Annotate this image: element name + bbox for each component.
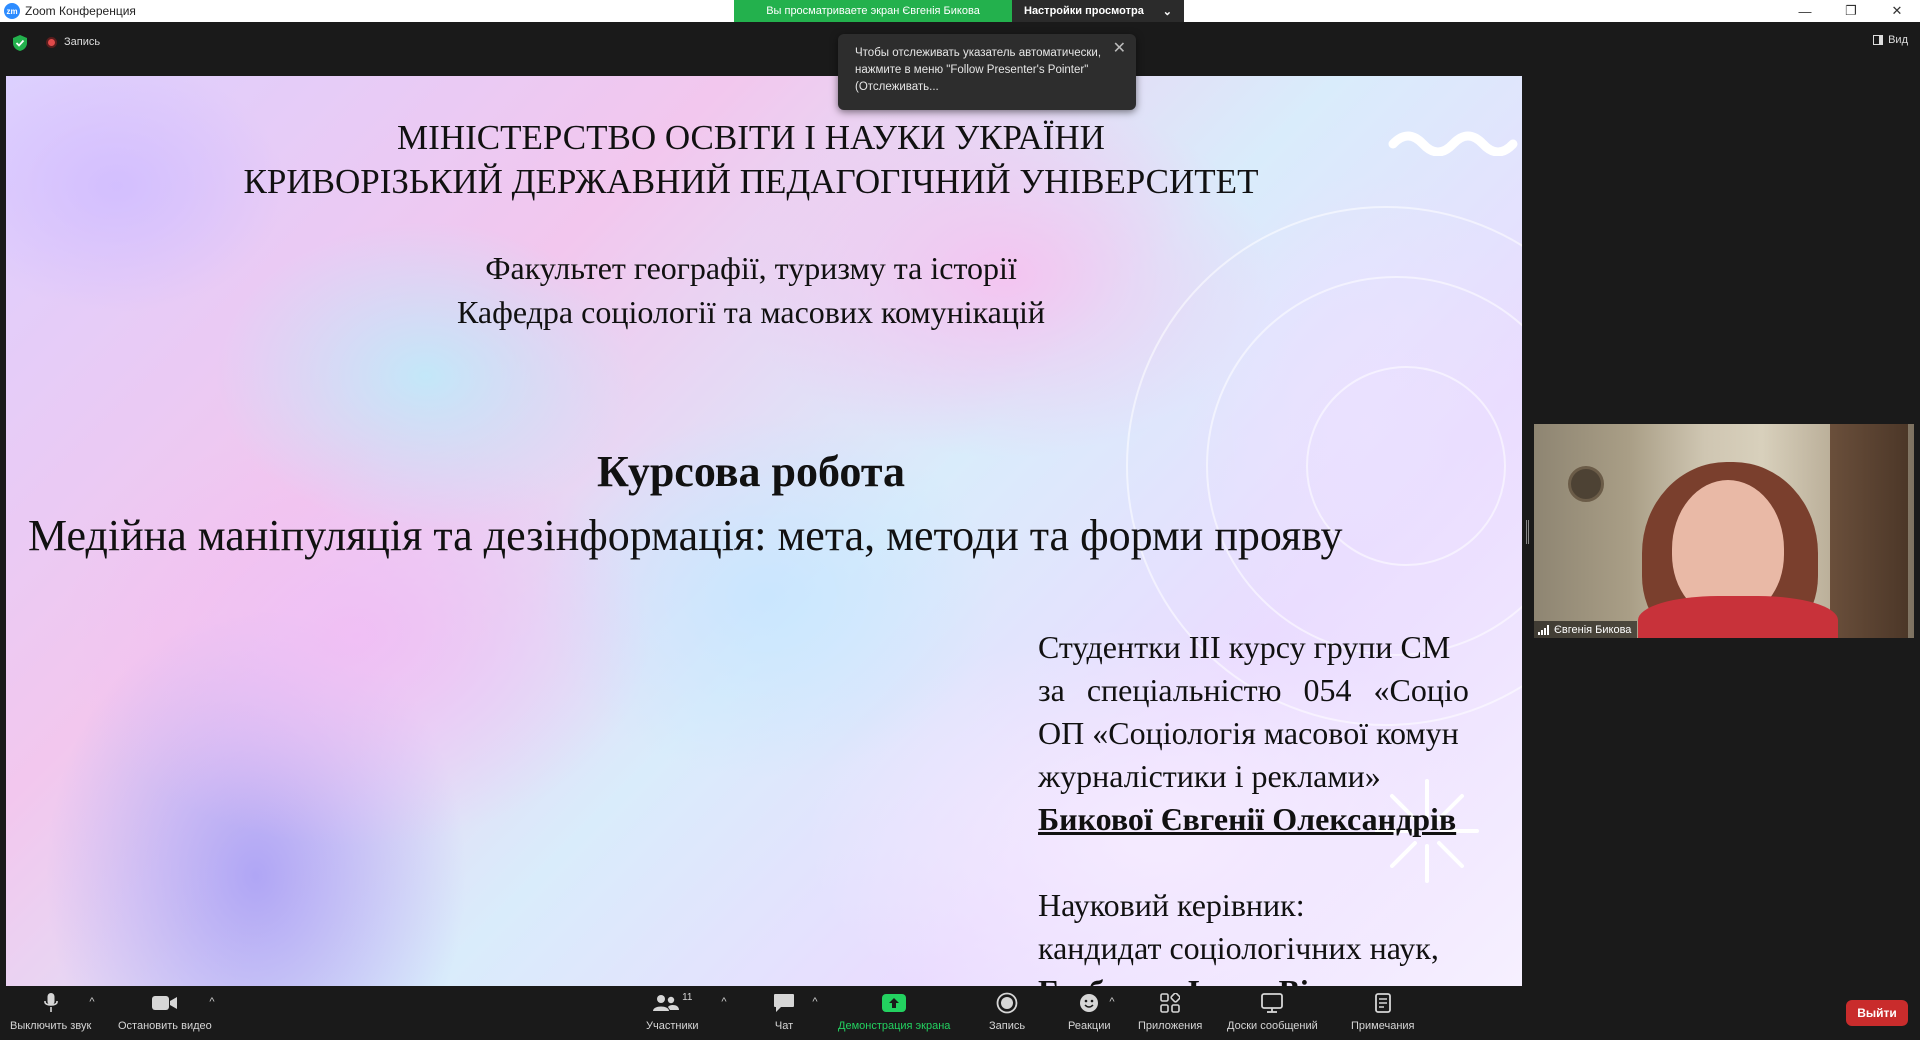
window-title: Zoom Конференция <box>25 4 136 18</box>
share-screen-icon <box>882 992 907 1014</box>
participants-button[interactable]: 11 Участники <box>646 992 699 1032</box>
faculty-text: Факультет географії, туризму та історії <box>485 250 1017 286</box>
notes-button[interactable]: Примечания <box>1351 992 1415 1032</box>
chevron-down-icon: ⌄ <box>1162 5 1172 18</box>
supervisor-name: Гребенюк Ірина Вікто <box>1038 970 1359 986</box>
whiteboards-button[interactable]: Доски сообщений <box>1227 992 1318 1032</box>
view-options-button[interactable]: Настройки просмотра ⌄ <box>1012 0 1184 22</box>
participant-name: Євгенія Бикова <box>1554 623 1632 636</box>
apps-label: Приложения <box>1138 1020 1203 1032</box>
participants-label: Участники <box>646 1020 699 1032</box>
share-banner: Вы просматриваете экран Євгенія Бикова Н… <box>734 0 1184 22</box>
record-dot-icon <box>46 36 57 48</box>
window-controls: — ❐ ✕ <box>1782 0 1920 22</box>
minimize-button[interactable]: — <box>1782 0 1828 22</box>
apps-button[interactable]: Приложения <box>1138 992 1202 1032</box>
toast-message: Чтобы отслеживать указатель автоматическ… <box>855 47 1102 93</box>
close-window-button[interactable]: ✕ <box>1874 0 1920 22</box>
record-icon <box>996 992 1018 1014</box>
student-line: ОП «Соціологія масової комун <box>1038 715 1459 751</box>
chat-label: Чат <box>774 1020 794 1032</box>
shared-screen-slide: МІНІСТЕРСТВО ОСВІТИ І НАУКИ УКРАЇНИ КРИВ… <box>6 76 1522 986</box>
reactions-label: Реакции <box>1068 1020 1111 1032</box>
participant-video-tile[interactable]: Євгенія Бикова <box>1534 424 1914 638</box>
participant-name-tag: Євгенія Бикова <box>1534 621 1638 638</box>
ministry-heading: МІНІСТЕРСТВО ОСВІТИ І НАУКИ УКРАЇНИ <box>397 118 1105 157</box>
recording-label: Запись <box>64 36 101 48</box>
background-door <box>1830 424 1908 638</box>
reactions-button[interactable]: Реакции <box>1068 992 1111 1032</box>
supervisor-label: Науковий керівник: <box>1038 887 1305 923</box>
meeting-toolbar: Выключить звук ^ Остановить видео ^ 11 У… <box>0 986 1920 1040</box>
whiteboard-icon <box>1261 992 1284 1014</box>
reactions-smiley-icon <box>1078 992 1100 1014</box>
follow-pointer-toast: Чтобы отслеживать указатель автоматическ… <box>838 34 1136 110</box>
security-shield-icon[interactable] <box>12 34 28 52</box>
stop-video-button[interactable]: Остановить видео <box>118 992 212 1032</box>
apps-grid-icon <box>1160 992 1181 1014</box>
participant-shirt <box>1638 596 1838 638</box>
record-button[interactable]: Запись <box>989 992 1025 1032</box>
student-line: журналістики і реклами» <box>1038 758 1381 794</box>
share-screen-label: Демонстрация экрана <box>838 1020 951 1032</box>
notes-label: Примечания <box>1351 1020 1415 1032</box>
panel-resize-handle[interactable] <box>1526 520 1529 544</box>
chat-bubble-icon <box>773 992 795 1014</box>
record-label: Запись <box>989 1020 1026 1032</box>
recording-indicator[interactable]: Запись <box>46 36 100 48</box>
whiteboards-label: Доски сообщений <box>1227 1020 1318 1032</box>
student-line: Студентки ІІІ курсу групи СМ <box>1038 629 1451 665</box>
department-text: Кафедра соціології та масових комунікаці… <box>456 294 1046 330</box>
view-button[interactable]: Вид <box>1873 34 1908 46</box>
participants-icon: 11 <box>652 992 692 1014</box>
university-heading: КРИВОРІЗЬКИЙ ДЕРЖАВНИЙ ПЕДАГОГІЧНИЙ УНІВ… <box>243 162 1259 201</box>
leave-meeting-button[interactable]: Выйти <box>1846 1000 1908 1026</box>
stop-video-label: Остановить видео <box>118 1020 212 1032</box>
wall-clock <box>1568 466 1604 502</box>
view-options-label: Настройки просмотра <box>1024 5 1144 17</box>
chat-button[interactable]: Чат <box>773 992 795 1032</box>
participants-count: 11 <box>682 992 693 1003</box>
share-screen-button[interactable]: Демонстрация экрана <box>838 992 950 1032</box>
topic-title: Медійна маніпуляція та дезінформація: ме… <box>28 511 1343 560</box>
supervisor-degree: кандидат соціологічних наук, <box>1038 930 1439 966</box>
video-camera-icon <box>151 992 178 1014</box>
close-icon[interactable]: ✕ <box>1113 40 1126 57</box>
microphone-icon <box>43 992 58 1014</box>
mute-label: Выключить звук <box>10 1020 92 1032</box>
notes-icon <box>1374 992 1391 1014</box>
view-label: Вид <box>1888 34 1908 46</box>
student-line: за спеціальністю 054 «Соціо <box>1038 672 1469 708</box>
mute-button[interactable]: Выключить звук <box>10 992 91 1032</box>
restore-button[interactable]: ❐ <box>1828 0 1874 22</box>
viewing-screen-label: Вы просматриваете экран Євгенія Бикова <box>734 0 1012 22</box>
view-layout-icon <box>1873 35 1884 45</box>
work-type-title: Курсова робота <box>597 447 905 496</box>
signal-strength-icon <box>1538 624 1549 635</box>
student-name: Бикової Євгенії Олександрів <box>1038 801 1457 837</box>
zoom-logo-icon: zm <box>4 3 20 19</box>
